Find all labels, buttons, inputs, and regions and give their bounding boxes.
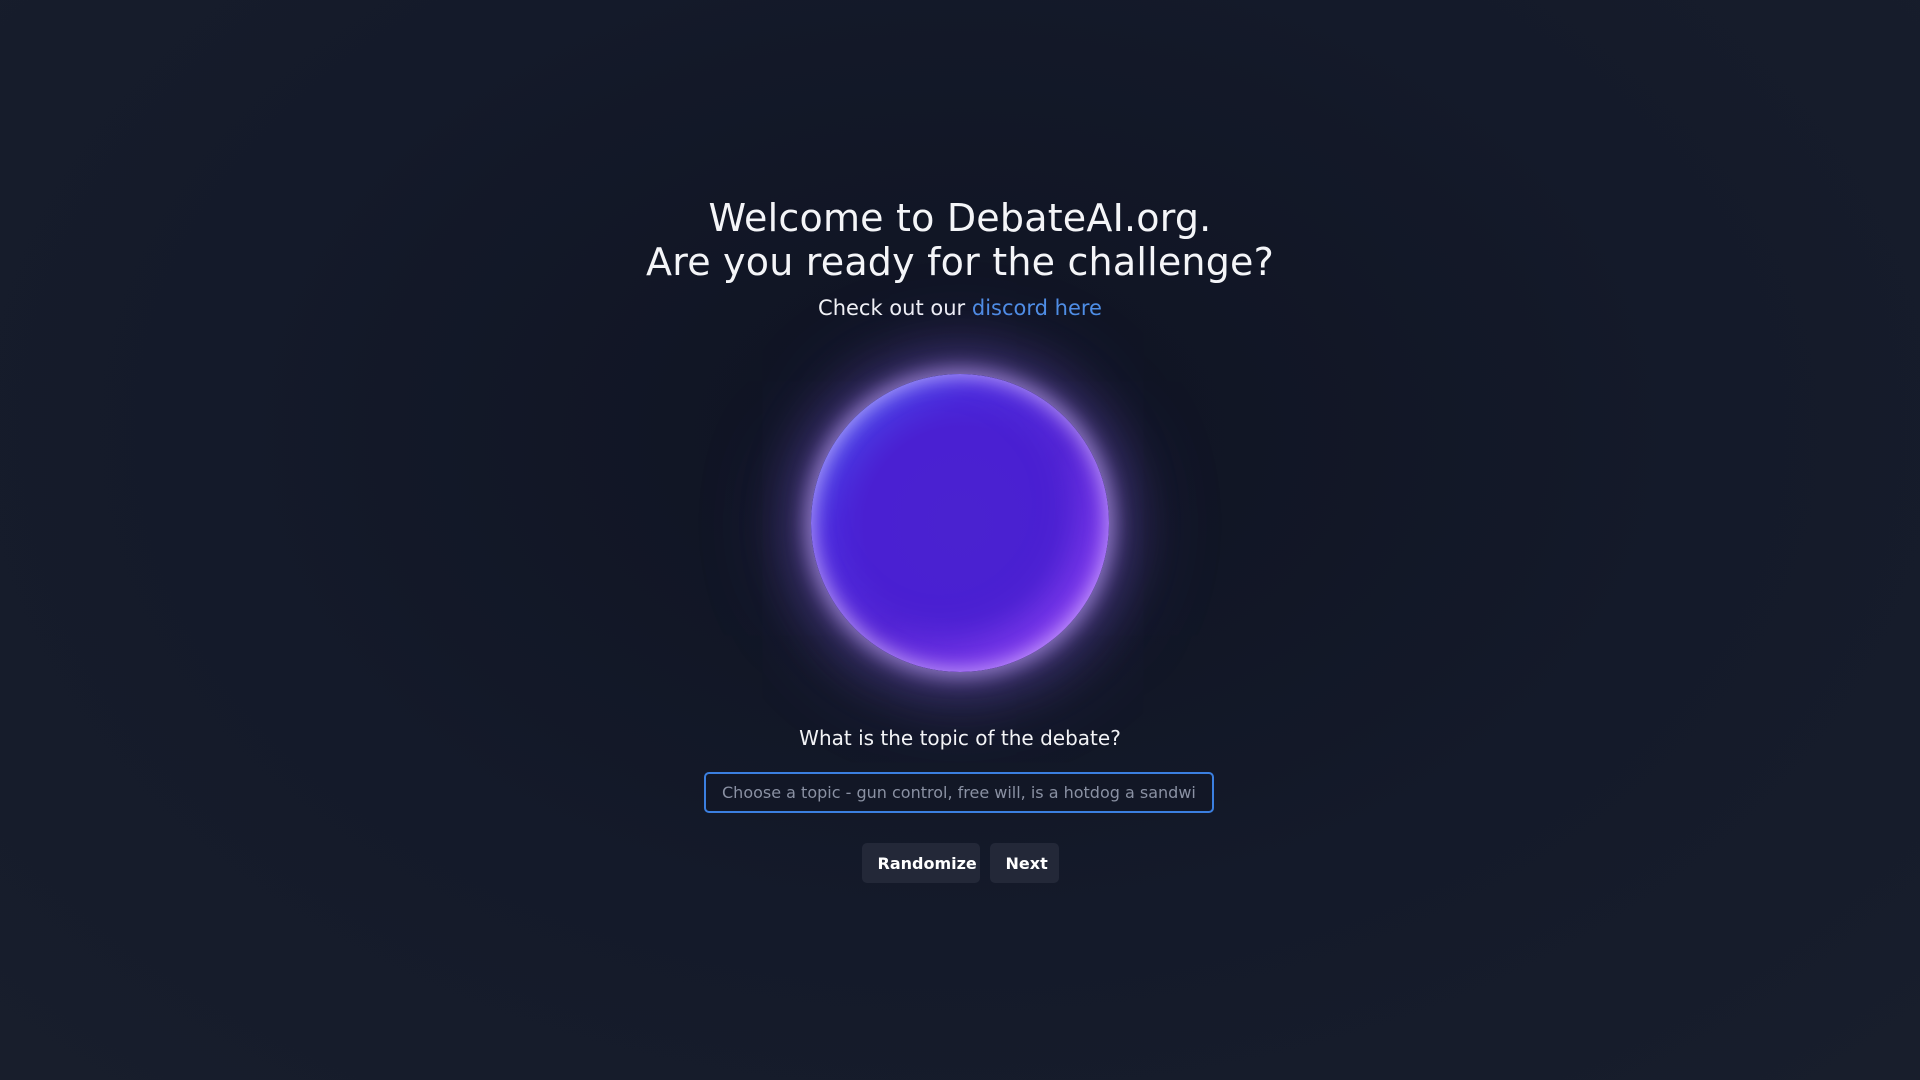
welcome-title-line1: Welcome to DebateAI.org. [708, 196, 1212, 240]
discord-link[interactable]: discord here [972, 296, 1102, 320]
topic-input[interactable] [704, 772, 1214, 813]
next-button[interactable]: Next [989, 843, 1059, 883]
randomize-button[interactable]: Randomize [861, 843, 980, 883]
page: Welcome to DebateAI.org. Are you ready f… [0, 0, 1920, 1080]
welcome-title: Welcome to DebateAI.org. Are you ready f… [0, 196, 1920, 284]
welcome-title-line2: Are you ready for the challenge? [646, 240, 1274, 284]
discord-subtitle: Check out our discord here [0, 295, 1920, 321]
ai-orb [811, 374, 1109, 672]
action-buttons: Randomize Next [0, 843, 1920, 883]
orb-sphere [811, 374, 1109, 672]
subtitle-prefix: Check out our [818, 296, 966, 320]
topic-question: What is the topic of the debate? [799, 726, 1121, 750]
